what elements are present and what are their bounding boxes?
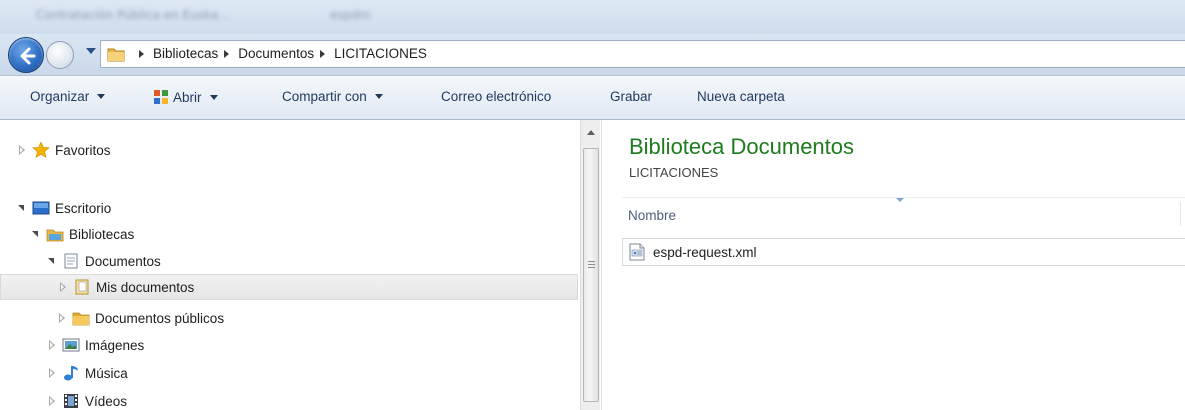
tree-item-music[interactable]: Música [46, 360, 128, 386]
collapse-arrow-icon[interactable] [16, 202, 28, 214]
new-folder-label: Nueva carpeta [697, 89, 785, 104]
email-label: Correo electrónico [441, 89, 552, 104]
folder-icon [72, 312, 90, 326]
expand-arrow-icon[interactable] [46, 339, 58, 351]
expand-arrow-icon[interactable] [16, 144, 28, 156]
chevron-down-icon [374, 94, 383, 99]
expand-arrow-icon[interactable] [46, 367, 58, 379]
tree-label: Documentos públicos [95, 310, 225, 326]
tree-item-images[interactable]: Imágenes [46, 332, 144, 358]
burn-label: Grabar [610, 89, 653, 104]
nav-pane-scrollbar[interactable] [580, 120, 600, 410]
tree-label: Bibliotecas [69, 226, 135, 242]
pictures-icon [62, 338, 80, 352]
recent-pages-dropdown[interactable] [86, 48, 96, 54]
tree-label: Escritorio [55, 200, 112, 216]
column-header-row: Nombre [622, 197, 1185, 231]
tree-label: Mis documentos [96, 279, 195, 295]
open-with-icon [154, 90, 168, 104]
document-icon [64, 253, 78, 269]
scrollbar-thumb[interactable] [583, 148, 599, 402]
tree-label: Vídeos [85, 393, 128, 409]
tree-item-documents[interactable]: Documentos [46, 248, 161, 274]
breadcrumb-separator-icon[interactable] [320, 49, 326, 58]
desktop-icon [32, 201, 50, 215]
share-button[interactable]: Compartir con [282, 89, 383, 104]
arrow-left-icon [20, 47, 36, 65]
collapse-arrow-icon[interactable] [46, 255, 58, 267]
chevron-down-icon [209, 94, 218, 100]
xml-file-icon [629, 243, 645, 261]
document-folder-icon [75, 279, 89, 295]
forward-button[interactable] [46, 41, 74, 69]
tree-item-favorites[interactable]: Favoritos [16, 137, 111, 163]
breadcrumb-licitaciones[interactable]: LICITACIONES [334, 46, 427, 61]
address-row: Bibliotecas Documentos LICITACIONES [0, 34, 1185, 76]
sort-indicator-icon [896, 198, 904, 202]
breadcrumb-bibliotecas[interactable]: Bibliotecas [153, 46, 218, 61]
share-label: Compartir con [282, 89, 367, 104]
folder-icon [107, 48, 125, 62]
column-header-name[interactable]: Nombre [628, 208, 676, 223]
expand-arrow-icon[interactable] [57, 281, 69, 293]
column-divider[interactable] [1180, 202, 1181, 226]
library-subtitle: LICITACIONES [629, 165, 719, 180]
tree-label: Documentos [85, 253, 161, 269]
command-bar: Organizar Abrir Compartir con Correo ele… [0, 76, 1185, 120]
chevron-down-icon [97, 94, 106, 99]
tree-label: Imágenes [85, 337, 145, 353]
tree-label: Música [85, 365, 128, 381]
breadcrumb: Bibliotecas Documentos LICITACIONES [133, 46, 427, 61]
email-button[interactable]: Correo electrónico [441, 89, 551, 104]
grip-line [588, 267, 595, 268]
organize-button[interactable]: Organizar [30, 89, 106, 104]
tree-item-public-documents[interactable]: Documentos públicos [56, 305, 224, 331]
organize-label: Organizar [30, 89, 90, 104]
grip-line [588, 264, 595, 265]
tree-item-videos[interactable]: Vídeos [46, 388, 127, 410]
star-icon [32, 142, 50, 158]
breadcrumb-documentos[interactable]: Documentos [238, 46, 314, 61]
expand-arrow-icon[interactable] [56, 312, 68, 324]
expand-arrow-icon[interactable] [46, 395, 58, 407]
address-bar[interactable]: Bibliotecas Documentos LICITACIONES [100, 40, 1185, 68]
browser-tab[interactable]: espdm [330, 8, 371, 28]
open-label: Abrir [173, 89, 202, 105]
open-button[interactable]: Abrir [153, 89, 218, 105]
tree-label: Favoritos [55, 142, 111, 158]
burn-button[interactable]: Grabar [610, 89, 652, 104]
browser-tab[interactable]: Contratación Pública en Euska... [36, 8, 230, 28]
tree-item-libraries[interactable]: Bibliotecas [30, 221, 134, 247]
navigation-pane: Favoritos Escritorio Bibliotecas Documen… [0, 120, 580, 410]
film-icon [64, 394, 78, 408]
content-pane: Biblioteca Documentos LICITACIONES Nombr… [601, 120, 1185, 410]
libraries-icon [46, 229, 64, 242]
back-button[interactable] [8, 37, 44, 73]
breadcrumb-separator-icon[interactable] [139, 49, 144, 58]
grip-line [588, 261, 595, 262]
file-name: espd-request.xml [653, 244, 757, 260]
music-note-icon [64, 366, 78, 381]
new-folder-button[interactable]: Nueva carpeta [697, 89, 785, 104]
tree-item-desktop[interactable]: Escritorio [16, 195, 111, 221]
library-title: Biblioteca Documentos [629, 134, 855, 159]
breadcrumb-separator-icon[interactable] [224, 49, 230, 58]
scroll-up-arrow-icon[interactable] [587, 130, 595, 135]
file-row[interactable]: espd-request.xml [622, 238, 1185, 266]
collapse-arrow-icon[interactable] [30, 228, 42, 240]
tree-item-my-documents[interactable]: Mis documentos [0, 274, 578, 300]
browser-tab-strip: Contratación Pública en Euska... espdm [0, 0, 1185, 34]
